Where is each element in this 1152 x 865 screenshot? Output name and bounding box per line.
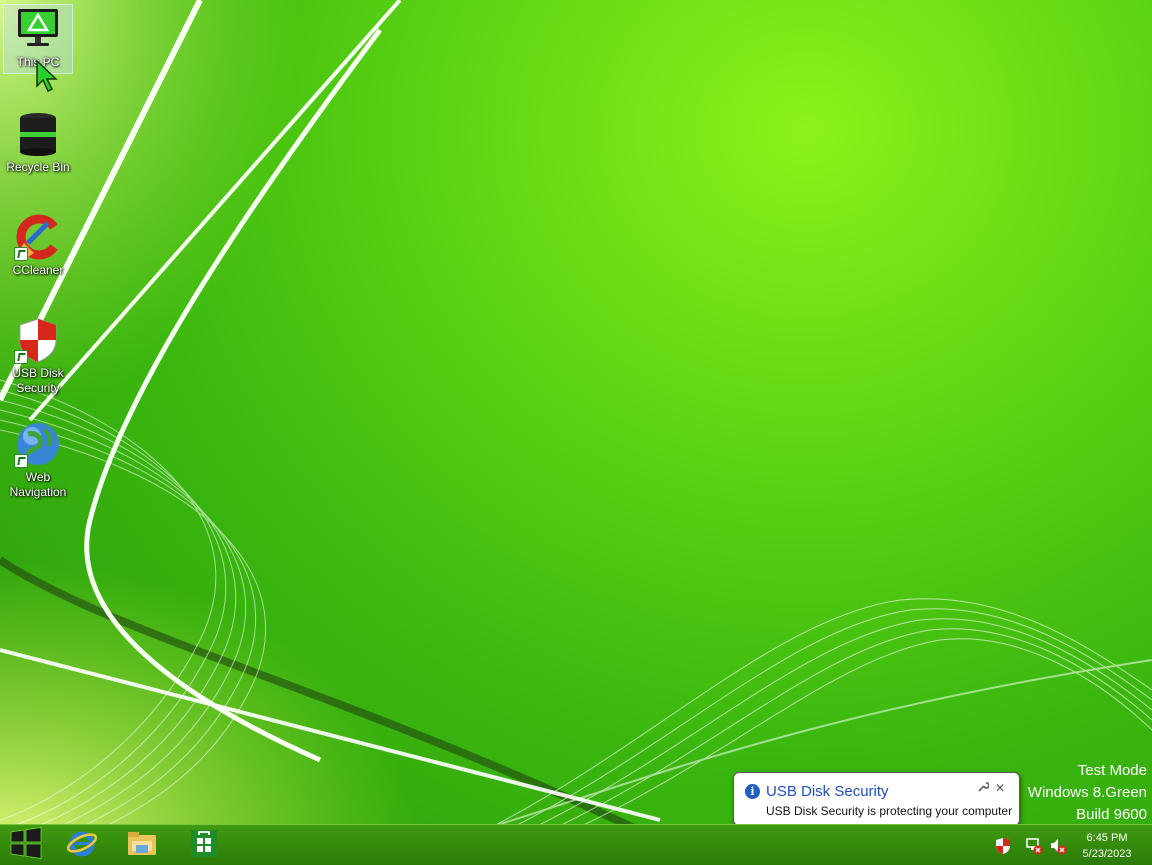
ccleaner-icon [14,213,62,261]
shortcut-arrow-icon [14,350,28,364]
store-icon [188,827,220,864]
taskbar: 6:45 PM 5/23/2023 [0,824,1152,865]
desktop-icon-label: USB Disk Security [12,366,64,395]
desktop-icon-label: CCleaner [12,263,64,277]
shortcut-arrow-icon [14,247,28,261]
taskbar-clock[interactable]: 6:45 PM 5/23/2023 [1072,830,1142,862]
file-explorer-button[interactable] [116,827,168,863]
desktop-icon-label: Recycle Bin [6,160,70,174]
desktop-icon-label: Web Navigation [9,470,67,499]
desktop-icon-usb-disk-security[interactable]: USB Disk Security [4,316,72,396]
clock-date: 5/23/2023 [1082,848,1132,860]
notification-balloon[interactable]: i USB Disk Security USB Disk Security is… [733,772,1020,826]
watermark-line-3: Build 9600 [1076,806,1147,823]
watermark-line-2: Windows 8.Green [1027,784,1147,801]
desktop-icon-recycle-bin[interactable]: Recycle Bin [4,110,72,175]
desktop[interactable]: This PC Recycle Bin CCleaner USB Disk Se… [0,0,1152,864]
start-button[interactable] [0,826,52,864]
folder-icon [126,827,158,864]
mouse-cursor-icon [36,60,58,93]
windows-logo-icon [10,826,42,864]
monitor-icon [14,5,62,53]
desktop-icon-web-navigation[interactable]: Web Navigation [4,420,72,500]
shield-icon [14,316,62,364]
test-mode-watermark: Test Mode Windows 8.Green Build 9600 [1028,760,1147,826]
internet-explorer-button[interactable] [56,827,108,863]
desktop-icon-ccleaner[interactable]: CCleaner [4,213,72,278]
recycle-bin-icon [14,110,62,158]
volume-muted-icon[interactable] [1049,837,1067,855]
notification-title: USB Disk Security [766,783,889,800]
shortcut-arrow-icon [14,454,28,468]
network-disconnected-icon[interactable] [1025,837,1043,855]
notification-message: USB Disk Security is protecting your com… [766,804,1013,818]
wallpaper [0,0,1152,864]
close-icon[interactable]: ✕ [993,781,1007,795]
info-icon: i [745,784,760,799]
usb-disk-security-tray-icon[interactable] [994,837,1012,855]
wrench-icon[interactable] [976,781,990,795]
internet-explorer-icon [66,827,98,864]
clock-time: 6:45 PM [1086,832,1128,844]
globe-icon [14,420,62,468]
store-button[interactable] [178,827,230,863]
watermark-line-1: Test Mode [1077,762,1147,779]
